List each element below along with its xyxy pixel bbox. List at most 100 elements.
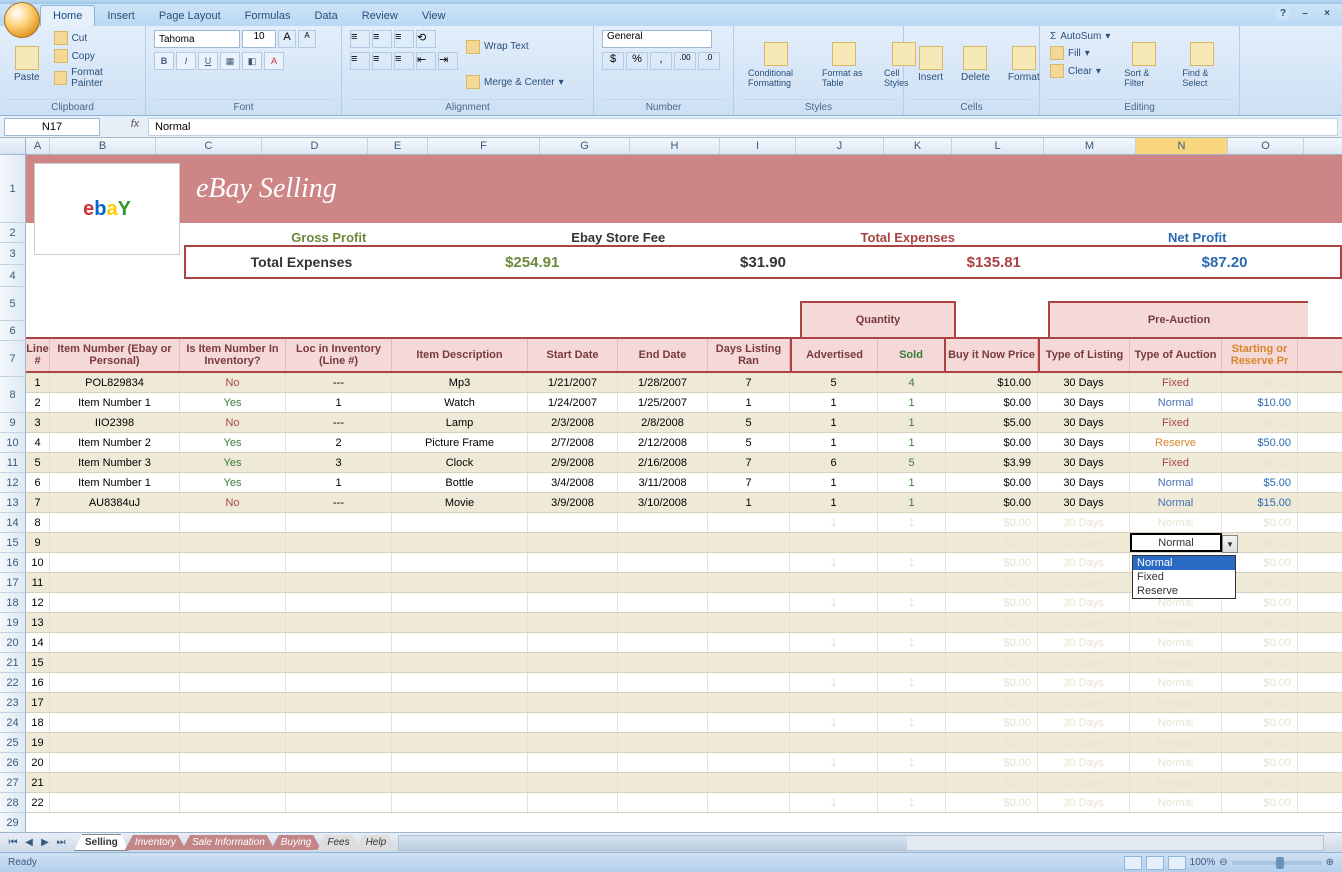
close-icon[interactable]: × bbox=[1320, 6, 1334, 20]
table-row[interactable]: 17 1 1 $0.00 30 Days Normal $0.00 bbox=[26, 693, 1342, 713]
table-row[interactable]: 21 1 1 $0.00 30 Days Normal $0.00 bbox=[26, 773, 1342, 793]
table-row[interactable]: 7 AU8384uJ No --- Movie 3/9/2008 3/10/20… bbox=[26, 493, 1342, 513]
tab-insert[interactable]: Insert bbox=[95, 6, 147, 26]
row-header[interactable]: 22 bbox=[0, 673, 26, 693]
row-header[interactable]: 29 bbox=[0, 813, 26, 832]
col-header[interactable]: L bbox=[952, 138, 1044, 154]
cut-button[interactable]: Cut bbox=[52, 30, 137, 46]
sheet-tab-sale-info[interactable]: Sale Information bbox=[182, 835, 275, 850]
number-format-select[interactable]: General bbox=[602, 30, 712, 48]
font-size-select[interactable]: 10 bbox=[242, 30, 276, 48]
align-top-button[interactable]: ≡ bbox=[350, 30, 370, 48]
office-button[interactable] bbox=[4, 2, 40, 38]
tab-page-layout[interactable]: Page Layout bbox=[147, 6, 233, 26]
col-header[interactable]: G bbox=[540, 138, 630, 154]
sheet-tab-selling[interactable]: Selling bbox=[74, 834, 129, 851]
increase-indent-button[interactable]: ⇥ bbox=[438, 52, 458, 70]
underline-button[interactable]: U bbox=[198, 52, 218, 70]
row-header[interactable]: 15 bbox=[0, 533, 26, 553]
col-header[interactable]: F bbox=[428, 138, 540, 154]
select-all-corner[interactable] bbox=[0, 138, 26, 154]
delete-button[interactable]: Delete bbox=[955, 30, 996, 99]
table-row[interactable]: 5 Item Number 3 Yes 3 Clock 2/9/2008 2/1… bbox=[26, 453, 1342, 473]
formula-input[interactable] bbox=[148, 118, 1338, 136]
zoom-in-button[interactable]: ⊕ bbox=[1326, 857, 1334, 868]
table-row[interactable]: 8 1 1 $0.00 30 Days Normal $0.00 bbox=[26, 513, 1342, 533]
italic-button[interactable]: I bbox=[176, 52, 196, 70]
col-header[interactable]: D bbox=[262, 138, 368, 154]
next-sheet-button[interactable]: ▶ bbox=[38, 836, 52, 850]
row-header[interactable]: 2 bbox=[0, 223, 26, 243]
name-box[interactable] bbox=[4, 118, 100, 136]
copy-button[interactable]: Copy bbox=[52, 48, 137, 64]
table-row[interactable]: 6 Item Number 1 Yes 1 Bottle 3/4/2008 3/… bbox=[26, 473, 1342, 493]
col-header[interactable]: M bbox=[1044, 138, 1136, 154]
row-header[interactable]: 6 bbox=[0, 321, 26, 341]
insert-button[interactable]: Insert bbox=[912, 30, 949, 99]
bold-button[interactable]: B bbox=[154, 52, 174, 70]
font-name-select[interactable]: Tahoma bbox=[154, 30, 240, 48]
col-header[interactable]: O bbox=[1228, 138, 1304, 154]
sort-filter-button[interactable]: Sort & Filter bbox=[1118, 30, 1170, 99]
format-painter-button[interactable]: Format Painter bbox=[52, 66, 137, 90]
fx-button[interactable]: fx bbox=[126, 118, 144, 136]
table-row[interactable]: 19 1 1 $0.00 30 Days Normal $0.00 bbox=[26, 733, 1342, 753]
table-row[interactable]: 13 1 1 $0.00 30 Days Normal $0.00 bbox=[26, 613, 1342, 633]
col-header[interactable]: A bbox=[26, 138, 50, 154]
col-header[interactable]: E bbox=[368, 138, 428, 154]
tab-data[interactable]: Data bbox=[302, 6, 349, 26]
row-header[interactable]: 24 bbox=[0, 713, 26, 733]
increase-decimal-button[interactable]: .00 bbox=[674, 52, 696, 70]
merge-center-button[interactable]: Merge & Center ▾ bbox=[464, 74, 566, 90]
table-row[interactable]: 15 1 1 $0.00 30 Days Normal $0.00 bbox=[26, 653, 1342, 673]
zoom-slider[interactable] bbox=[1232, 861, 1322, 865]
autosum-button[interactable]: Σ AutoSum ▾ bbox=[1048, 30, 1112, 43]
zoom-out-button[interactable]: ⊖ bbox=[1219, 857, 1227, 868]
paste-button[interactable]: Paste bbox=[8, 30, 46, 99]
conditional-formatting-button[interactable]: Conditional Formatting bbox=[742, 30, 810, 99]
row-header[interactable]: 4 bbox=[0, 265, 26, 287]
row-header[interactable]: 27 bbox=[0, 773, 26, 793]
table-row[interactable]: 3 IIO2398 No --- Lamp 2/3/2008 2/8/2008 … bbox=[26, 413, 1342, 433]
table-row[interactable]: 1 POL829834 No --- Mp3 1/21/2007 1/28/20… bbox=[26, 373, 1342, 393]
table-row[interactable]: 18 1 1 $0.00 30 Days Normal $0.00 bbox=[26, 713, 1342, 733]
row-header[interactable]: 5 bbox=[0, 287, 26, 321]
table-row[interactable]: 16 1 1 $0.00 30 Days Normal $0.00 bbox=[26, 673, 1342, 693]
align-middle-button[interactable]: ≡ bbox=[372, 30, 392, 48]
align-left-button[interactable]: ≡ bbox=[350, 52, 370, 70]
fill-button[interactable]: Fill ▾ bbox=[1048, 45, 1112, 61]
currency-button[interactable]: $ bbox=[602, 52, 624, 70]
dropdown-list[interactable]: NormalFixedReserve bbox=[1132, 555, 1236, 599]
sheet-tab-help[interactable]: Help bbox=[356, 835, 397, 850]
decrease-decimal-button[interactable]: .0 bbox=[698, 52, 720, 70]
table-row[interactable]: 4 Item Number 2 Yes 2 Picture Frame 2/7/… bbox=[26, 433, 1342, 453]
align-bottom-button[interactable]: ≡ bbox=[394, 30, 414, 48]
row-header[interactable]: 17 bbox=[0, 573, 26, 593]
row-header[interactable]: 3 bbox=[0, 243, 26, 265]
last-sheet-button[interactable]: ⏭ bbox=[54, 836, 68, 850]
wrap-text-button[interactable]: Wrap Text bbox=[464, 39, 566, 55]
row-header[interactable]: 25 bbox=[0, 733, 26, 753]
align-center-button[interactable]: ≡ bbox=[372, 52, 392, 70]
prev-sheet-button[interactable]: ◀ bbox=[22, 836, 36, 850]
table-row[interactable]: 14 1 1 $0.00 30 Days Normal $0.00 bbox=[26, 633, 1342, 653]
normal-view-button[interactable] bbox=[1124, 856, 1142, 870]
table-row[interactable]: 20 1 1 $0.00 30 Days Normal $0.00 bbox=[26, 753, 1342, 773]
col-header[interactable]: C bbox=[156, 138, 262, 154]
first-sheet-button[interactable]: ⏮ bbox=[6, 836, 20, 850]
col-header[interactable]: B bbox=[50, 138, 156, 154]
col-header[interactable]: J bbox=[796, 138, 884, 154]
font-color-button[interactable]: A bbox=[264, 52, 284, 70]
dropdown-option[interactable]: Reserve bbox=[1133, 584, 1235, 598]
page-layout-view-button[interactable] bbox=[1146, 856, 1164, 870]
dropdown-option[interactable]: Normal bbox=[1133, 556, 1235, 570]
find-select-button[interactable]: Find & Select bbox=[1176, 30, 1228, 99]
row-header[interactable]: 23 bbox=[0, 693, 26, 713]
sheet-tab-inventory[interactable]: Inventory bbox=[125, 835, 186, 850]
row-header[interactable]: 26 bbox=[0, 753, 26, 773]
table-row[interactable]: 2 Item Number 1 Yes 1 Watch 1/24/2007 1/… bbox=[26, 393, 1342, 413]
shrink-font-button[interactable]: A bbox=[298, 30, 316, 48]
sheet-tab-fees[interactable]: Fees bbox=[317, 835, 359, 850]
row-header[interactable]: 21 bbox=[0, 653, 26, 673]
row-header[interactable]: 18 bbox=[0, 593, 26, 613]
